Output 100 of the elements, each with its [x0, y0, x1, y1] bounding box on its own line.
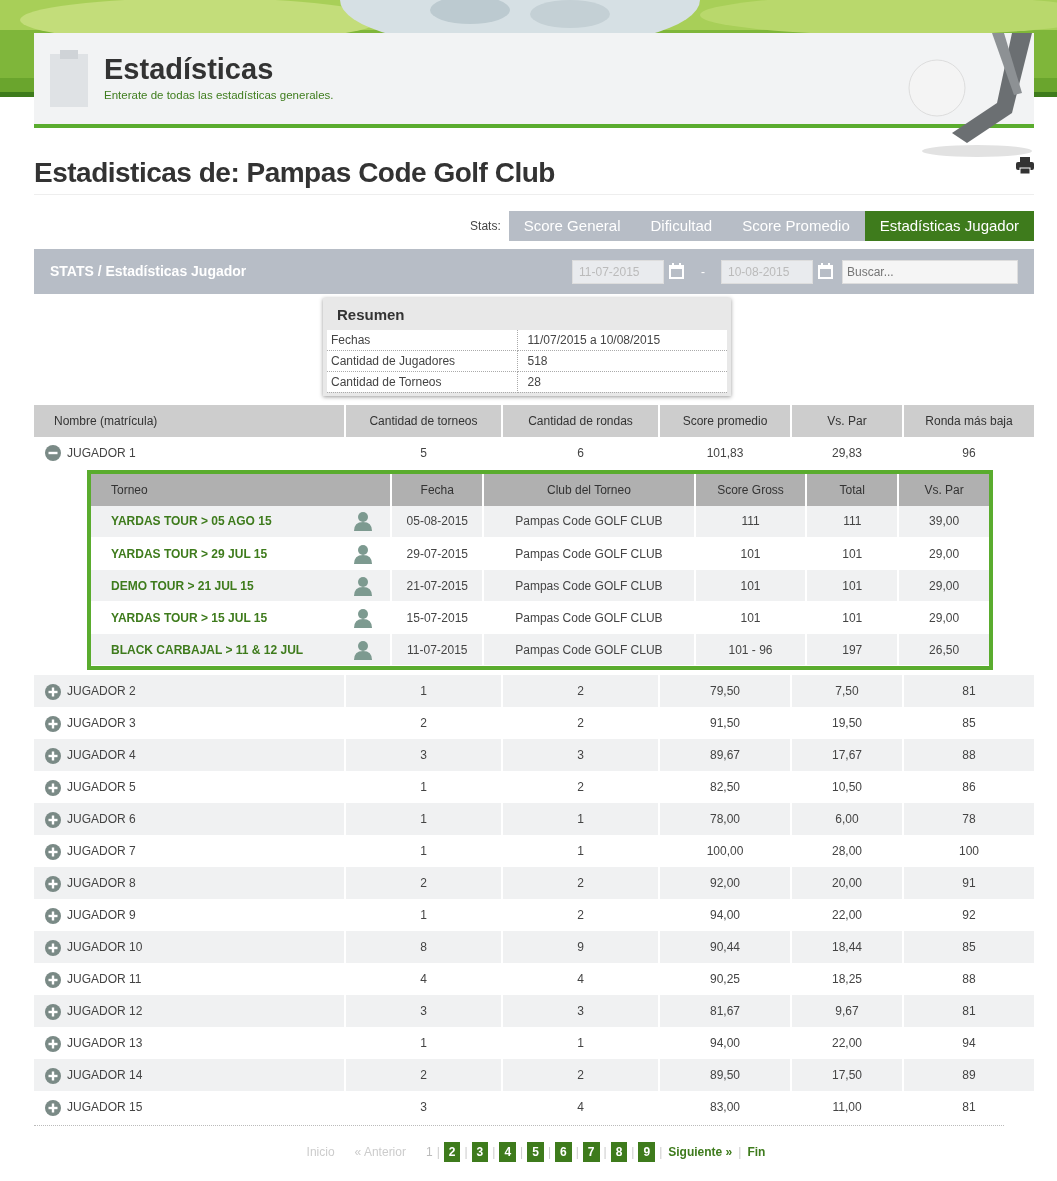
page-link[interactable]: 2: [443, 1142, 461, 1163]
table-cell: 3: [503, 739, 660, 772]
collapse-icon[interactable]: [45, 445, 61, 462]
summary-label: Cantidad de Jugadores: [327, 350, 517, 372]
person-icon[interactable]: [353, 511, 374, 532]
player-name: JUGADOR 3: [67, 716, 136, 731]
page-link[interactable]: 4: [499, 1142, 517, 1163]
page-link[interactable]: 9: [638, 1142, 656, 1163]
player-name: JUGADOR 15: [67, 1100, 143, 1115]
table-cell: 91: [904, 867, 1034, 900]
pagination-separator: |: [659, 1144, 663, 1162]
table-cell: 88: [904, 739, 1034, 772]
table-cell: 101: [806, 569, 899, 602]
expand-icon[interactable]: [45, 939, 61, 956]
column-header: Score Gross: [694, 473, 807, 506]
table-cell: 81: [904, 995, 1034, 1028]
table-cell-text: 100: [958, 843, 980, 861]
page-link[interactable]: 8: [610, 1142, 628, 1163]
table-cell: 78,00: [660, 803, 792, 836]
player-name: JUGADOR 1: [67, 445, 136, 460]
page-link[interactable]: 6: [555, 1142, 572, 1163]
expand-icon[interactable]: [45, 1003, 61, 1020]
table-cell-text: 96: [961, 444, 977, 462]
table-cell: 1: [346, 803, 503, 836]
player-name: JUGADOR 8: [67, 876, 136, 891]
tab[interactable]: Estadísticas Jugador: [864, 210, 1034, 242]
player-name: JUGADOR 4: [67, 748, 136, 763]
column-header: Cantidad de rondas: [503, 404, 660, 437]
person-icon[interactable]: [353, 607, 374, 628]
table-cell: 89: [904, 1059, 1034, 1092]
column-header: Vs. Par: [792, 404, 904, 437]
tournament-link[interactable]: YARDAS TOUR > 29 JUL 15: [111, 544, 268, 563]
search-field[interactable]: Buscar...: [842, 259, 1018, 284]
expand-icon[interactable]: [45, 875, 61, 892]
player-name: JUGADOR 13: [67, 1036, 143, 1051]
page-link[interactable]: 3: [471, 1142, 489, 1163]
tournament-link[interactable]: YARDAS TOUR > 15 JUL 15: [111, 608, 268, 627]
expand-icon[interactable]: [45, 779, 61, 796]
calendar-icon[interactable]: [817, 263, 834, 281]
summary-value: 11/07/2015 a 10/08/2015: [517, 329, 727, 351]
last-page-link[interactable]: Fin: [747, 1143, 766, 1162]
expand-icon[interactable]: [45, 811, 61, 828]
table-cell: 90,44: [660, 931, 792, 964]
expand-icon[interactable]: [45, 971, 61, 988]
table-cell: 2: [503, 675, 660, 708]
summary-value: 518: [517, 350, 727, 372]
expand-icon[interactable]: [45, 1035, 61, 1052]
table-cell: 6,00: [792, 803, 904, 836]
summary-value: 28: [517, 371, 727, 393]
expand-icon[interactable]: [45, 715, 61, 732]
table-cell: 78: [904, 803, 1034, 836]
table-cell: 83,00: [660, 1091, 792, 1124]
breadcrumb: STATS / Estadísticas Jugador: [50, 262, 248, 282]
summary-title: Resumen: [336, 305, 406, 326]
expand-icon[interactable]: [45, 1067, 61, 1084]
expand-icon[interactable]: [45, 907, 61, 924]
summary-label: Fechas: [327, 329, 517, 351]
table-cell: 29,00: [898, 537, 989, 570]
expand-icon[interactable]: [45, 747, 61, 764]
table-cell: 29,00: [898, 569, 989, 602]
table-cell: 2: [503, 1059, 660, 1092]
column-header: Fecha: [391, 473, 484, 506]
table-cell-text: 81: [961, 1099, 977, 1117]
print-icon[interactable]: [1016, 156, 1034, 174]
column-header: Vs. Par: [898, 473, 989, 506]
expand-icon[interactable]: [45, 683, 61, 700]
calendar-icon[interactable]: [668, 263, 685, 281]
table-cell: 8: [346, 931, 503, 964]
person-icon[interactable]: [353, 543, 374, 564]
table-cell: Pampas Code GOLF CLUB: [483, 633, 695, 666]
table-cell: 11-07-2015: [391, 633, 484, 666]
pagination-separator: |: [631, 1144, 635, 1162]
pagination-separator: |: [492, 1144, 496, 1162]
clipboard-icon: [50, 50, 88, 107]
player-name: JUGADOR 7: [67, 844, 136, 859]
page-link[interactable]: 5: [527, 1142, 544, 1163]
table-cell: 05-08-2015: [391, 505, 484, 538]
table-cell: 2: [346, 867, 503, 900]
date-separator: -: [701, 263, 705, 281]
person-icon[interactable]: [353, 575, 374, 596]
page-link[interactable]: 7: [582, 1142, 600, 1163]
expand-icon[interactable]: [45, 843, 61, 860]
table-cell: 7,50: [792, 675, 904, 708]
pagination-separator: |: [520, 1144, 524, 1162]
table-cell: 92,00: [660, 867, 792, 900]
player-name: JUGADOR 6: [67, 812, 136, 827]
column-header: Total: [806, 473, 899, 506]
table-cell: 101 - 96: [694, 633, 807, 666]
summary-label: Cantidad de Torneos: [327, 371, 517, 393]
table-cell: 5: [346, 436, 503, 469]
table-cell: 197: [806, 633, 899, 666]
table-cell: 29,83: [792, 436, 904, 469]
expand-icon[interactable]: [45, 1099, 61, 1116]
person-icon[interactable]: [353, 639, 374, 660]
table-cell: 20,00: [792, 867, 904, 900]
table-cell: 1: [346, 675, 503, 708]
player-name: JUGADOR 14: [67, 1068, 143, 1083]
player-name: JUGADOR 10: [67, 940, 143, 955]
next-page-link[interactable]: Siguiente »: [668, 1143, 733, 1162]
table-cell: 9,67: [792, 995, 904, 1028]
